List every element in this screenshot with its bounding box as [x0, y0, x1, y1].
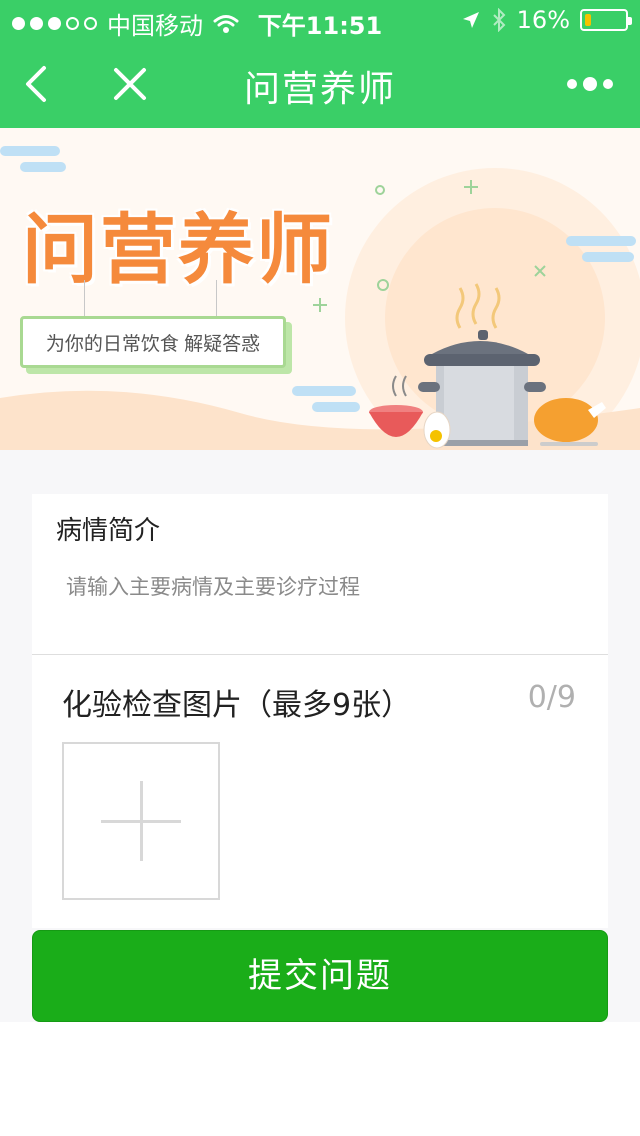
add-image-button[interactable]: [62, 742, 220, 900]
description-label: 病情简介: [56, 516, 161, 546]
banner-headline: 问营养师: [22, 205, 334, 294]
plus-icon: [140, 781, 143, 861]
status-bar: 中国移动 下午11:51 16%: [0, 0, 640, 40]
banner-tagline-box: 为你的日常饮食 解疑答惑: [20, 316, 286, 368]
images-count: 0/9: [527, 680, 576, 715]
battery-percent: 16%: [516, 6, 570, 34]
page-title: 问营养师: [243, 69, 396, 110]
banner-tag-strings: [216, 280, 217, 316]
images-label: 化验检查图片（最多9张）: [62, 688, 412, 723]
description-input[interactable]: [66, 568, 586, 608]
top-bar: 中国移动 下午11:51 16% 问营养师: [0, 0, 640, 128]
banner-tag-strings: [84, 280, 85, 316]
location-arrow-icon: [462, 12, 479, 28]
more-dots-icon[interactable]: [566, 64, 614, 104]
bluetooth-icon: [492, 8, 506, 32]
banner-tagline: 为你的日常饮食 解疑答惑: [45, 334, 261, 355]
nav-bar: 问营养师: [0, 40, 640, 128]
banner-illustration: 问营养师 为你的日常饮食 解疑答惑: [0, 128, 640, 450]
submit-question-button[interactable]: 提交问题: [32, 930, 608, 1022]
status-right: 16%: [461, 6, 632, 34]
battery-icon: [580, 9, 632, 31]
divider: [32, 654, 608, 655]
question-form: 病情简介 化验检查图片（最多9张） 0/9: [32, 494, 608, 928]
